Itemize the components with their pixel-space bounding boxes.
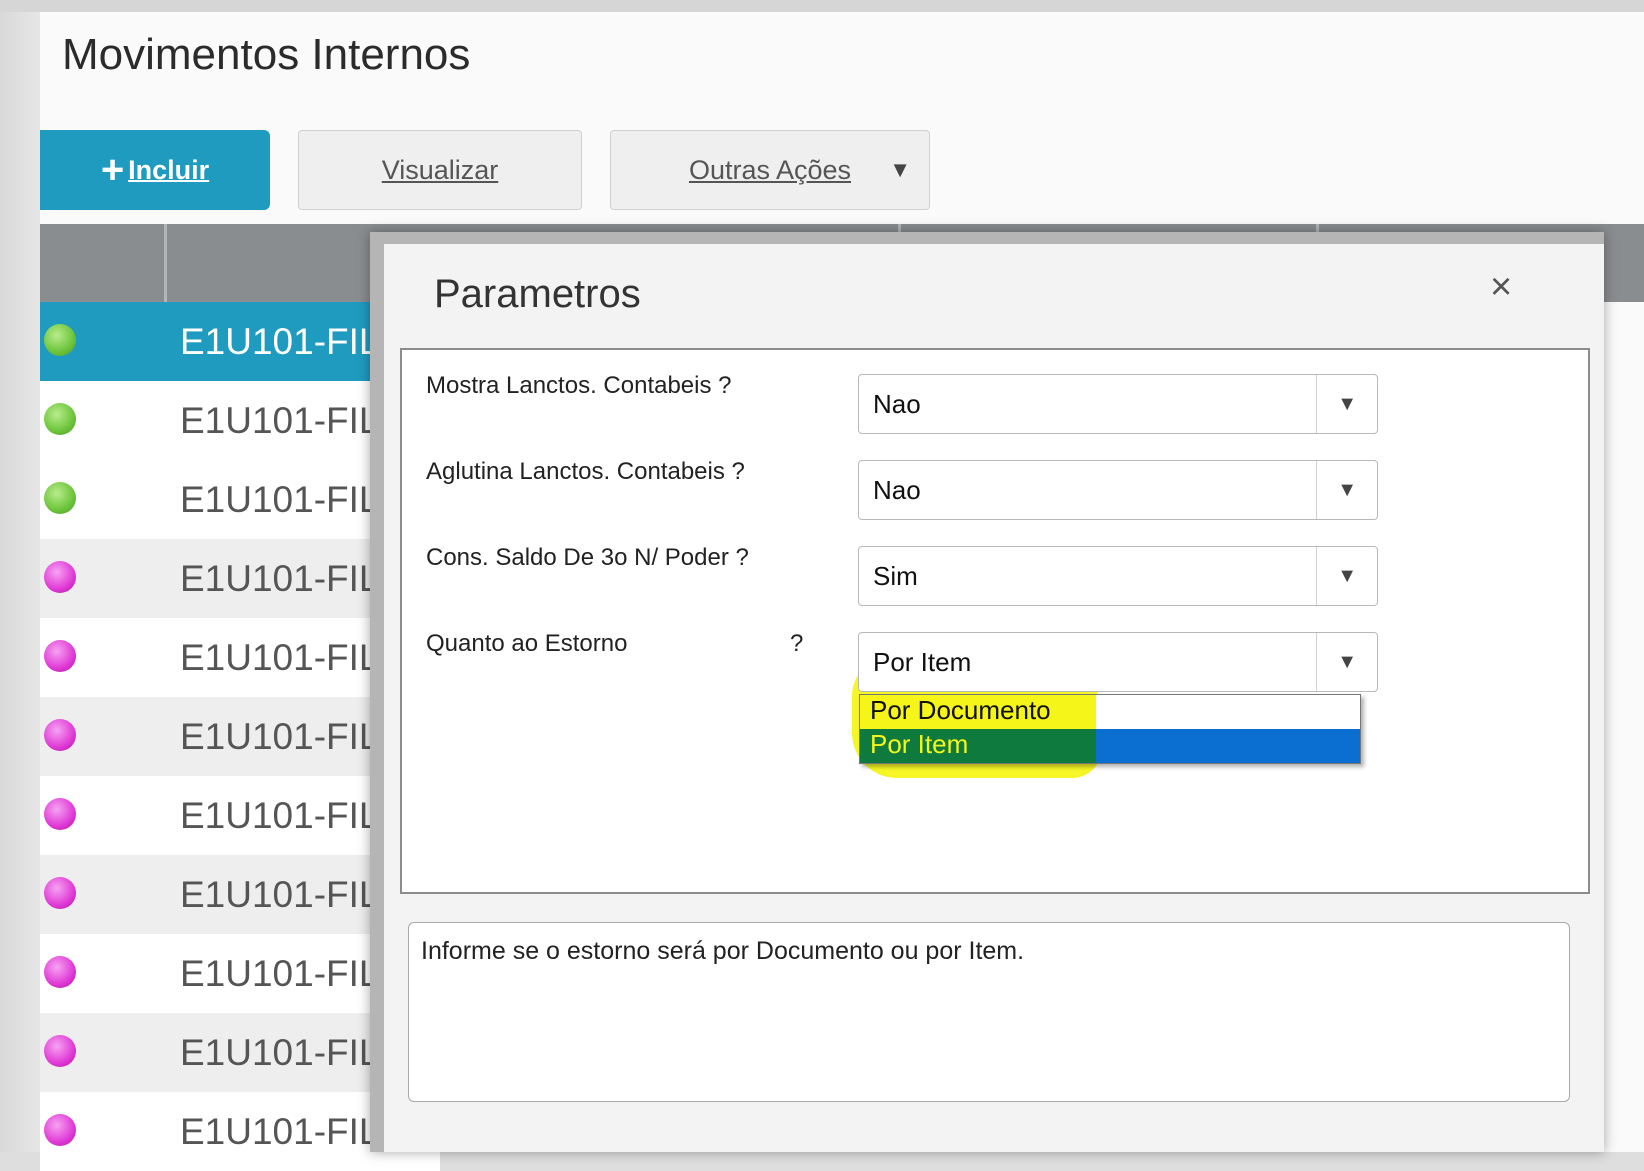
row-text: E1U101-FIL <box>180 795 380 836</box>
status-magenta-icon <box>44 561 76 593</box>
status-magenta-icon <box>44 719 76 751</box>
estorno-select[interactable]: Por Item ▼ <box>858 632 1378 692</box>
visualizar-button[interactable]: Visualizar <box>298 130 582 210</box>
row-text: E1U101-FIL <box>180 1111 380 1152</box>
status-magenta-icon <box>44 1114 76 1146</box>
window-edge-left <box>0 0 40 1152</box>
row-text: E1U101-FIL <box>180 637 380 678</box>
status-magenta-icon <box>44 640 76 672</box>
column-separator[interactable] <box>164 224 167 302</box>
estorno-dropdown-list: Por Documento Por Item <box>859 694 1361 764</box>
select-value: Nao <box>873 389 921 419</box>
select-divider <box>1316 375 1317 433</box>
status-green-icon <box>44 482 76 514</box>
status-magenta-icon <box>44 956 76 988</box>
param-label-aglutina: Aglutina Lanctos. Contabeis ? <box>426 458 745 485</box>
select-divider <box>1316 547 1317 605</box>
row-text: E1U101-FIL <box>180 558 380 599</box>
select-value: Sim <box>873 561 918 591</box>
param-label-estorno: Quanto ao Estorno <box>426 630 628 657</box>
select-value: Por Item <box>873 647 972 677</box>
chevron-down-icon: ▼ <box>1337 479 1357 501</box>
row-text: E1U101-FIL <box>180 400 380 441</box>
chevron-down-icon: ▼ <box>889 157 911 182</box>
select-divider <box>1316 633 1317 691</box>
status-green-icon <box>44 403 76 435</box>
param-label-mostra: Mostra Lanctos. Contabeis ? <box>426 372 732 399</box>
aglutina-lanctos-select[interactable]: Nao ▼ <box>858 460 1378 520</box>
row-text: E1U101-FIL <box>180 479 380 520</box>
window-edge-top <box>0 0 1644 12</box>
help-text-box: Informe se o estorno será por Documento … <box>408 922 1570 1102</box>
dropdown-option-por-item[interactable]: Por Item <box>860 729 1360 763</box>
close-icon[interactable]: × <box>1490 266 1512 309</box>
incluir-label: Incluir <box>128 154 210 185</box>
status-magenta-icon <box>44 877 76 909</box>
select-divider <box>1316 461 1317 519</box>
chevron-down-icon: ▼ <box>1337 565 1357 587</box>
row-text: E1U101-FIL <box>180 716 380 757</box>
option-label: Por Item <box>870 729 969 759</box>
dialog-title: Parametros <box>434 272 641 316</box>
chevron-down-icon: ▼ <box>1337 651 1357 673</box>
incluir-button[interactable]: + Incluir <box>40 130 270 210</box>
outras-acoes-button[interactable]: Outras Ações ▼ <box>610 130 930 210</box>
row-text: E1U101-FIL <box>180 874 380 915</box>
row-text: E1U101-FIL <box>180 953 380 994</box>
page-title: Movimentos Internos <box>62 30 471 79</box>
status-magenta-icon <box>44 1035 76 1067</box>
outras-acoes-label: Outras Ações <box>688 154 852 185</box>
status-magenta-icon <box>44 798 76 830</box>
option-label: Por Documento <box>870 695 1051 725</box>
row-text: E1U101-FIL <box>180 1032 380 1073</box>
chevron-down-icon: ▼ <box>1337 393 1357 415</box>
plus-icon: + <box>100 148 125 192</box>
visualizar-label: Visualizar <box>381 154 499 185</box>
parameters-panel: Mostra Lanctos. Contabeis ? Nao ▼ Agluti… <box>400 348 1590 894</box>
parametros-dialog: Parametros × Mostra Lanctos. Contabeis ?… <box>384 244 1604 1152</box>
mostra-lanctos-select[interactable]: Nao ▼ <box>858 374 1378 434</box>
param-question-mark: ? <box>790 630 804 657</box>
param-label-cons-saldo: Cons. Saldo De 3o N/ Poder ? <box>426 544 749 571</box>
select-value: Nao <box>873 475 921 505</box>
help-text: Informe se o estorno será por Documento … <box>421 937 1025 965</box>
status-green-icon <box>44 324 76 356</box>
row-text: E1U101-FIL <box>180 321 380 362</box>
cons-saldo-select[interactable]: Sim ▼ <box>858 546 1378 606</box>
dropdown-option-por-documento[interactable]: Por Documento <box>860 695 1360 729</box>
